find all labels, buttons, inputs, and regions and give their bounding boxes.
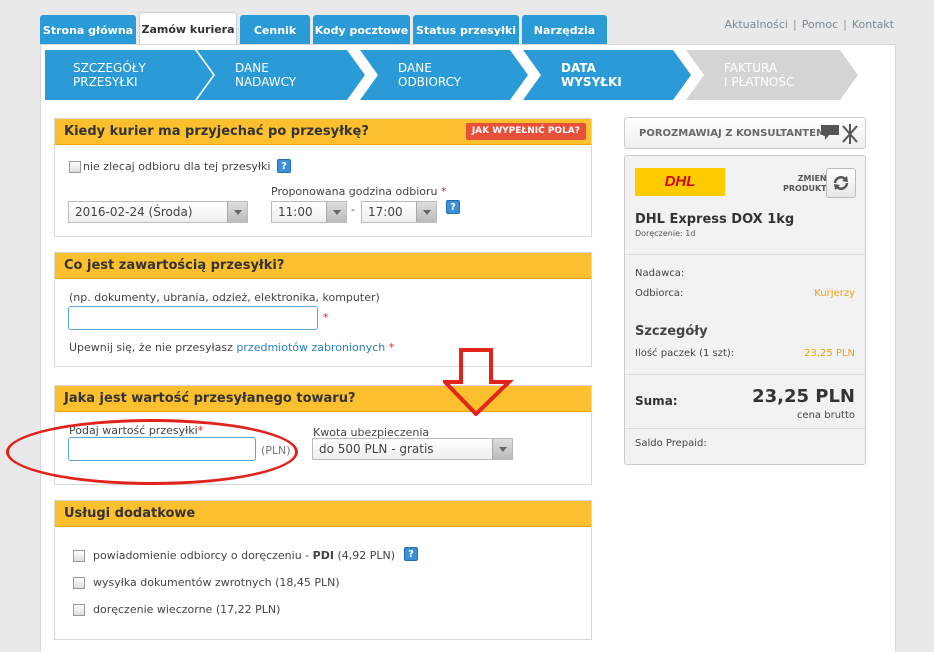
help-icon[interactable]: ? — [277, 159, 291, 173]
chevron-down-icon — [492, 439, 512, 459]
sender-label: Nadawca: — [635, 268, 685, 279]
divider — [625, 254, 865, 255]
divider — [625, 428, 865, 429]
help-icon[interactable]: ? — [404, 547, 418, 561]
contents-title: Co jest zawartością przesyłki? — [55, 253, 591, 279]
recipient-label: Odbiorca: — [635, 288, 684, 299]
pickup-date-select[interactable]: 2016-02-24 (Środa) — [68, 201, 248, 223]
annotation-arrow-icon — [443, 348, 514, 416]
link-contact[interactable]: Kontakt — [852, 18, 894, 31]
annotation-ellipse — [6, 419, 298, 485]
packages-value: 23,25 PLN — [804, 348, 855, 359]
pdi-checkbox[interactable] — [73, 550, 85, 562]
consultant-button[interactable]: POROZMAWIAJ Z KONSULTANTEM — [624, 117, 866, 149]
evening-delivery-label: doręczenie wieczorne (17,22 PLN) — [93, 603, 281, 616]
refresh-icon — [833, 176, 849, 190]
tab-postal-codes[interactable]: Kody pocztowe — [313, 15, 410, 45]
change-product-label: ZMIEŃ PRODUKT — [783, 174, 827, 193]
step-shipping-date[interactable]: DATA WYSYŁKI — [523, 50, 691, 100]
chevron-down-icon — [227, 202, 247, 222]
step-recipient-data[interactable]: DANE ODBIORCY — [360, 50, 528, 100]
tab-home[interactable]: Strona główna — [40, 15, 136, 45]
price-note: cena brutto — [796, 410, 855, 421]
pdi-label: powiadomienie odbiorcy o doręczeniu - PD… — [93, 549, 396, 562]
progress-steps: SZCZEGÓŁY PRZESYŁKI DANE NADAWCY DANE ODBIO… — [45, 50, 865, 100]
step-invoice-payment[interactable]: FAKTURA I PŁATNOŚĆ — [686, 50, 858, 100]
extras-panel: Usługi dodatkowe powiadomienie odbiorcy … — [54, 500, 592, 640]
chevron-down-icon — [416, 202, 436, 222]
order-summary: DHL ZMIEŃ PRODUKT DHL Express DOX 1kg Dor… — [624, 155, 866, 465]
details-title: Szczegóły — [635, 324, 708, 339]
delivery-time: Doręczenie: 1d — [635, 229, 696, 238]
help-icon[interactable]: ? — [446, 200, 460, 214]
pickup-title: Kiedy kurier ma przyjechać po przesyłkę?… — [55, 119, 591, 145]
time-label: Proponowana godzina odbioru * — [271, 185, 447, 198]
return-documents-checkbox[interactable] — [73, 577, 85, 589]
dhl-logo: DHL — [635, 168, 725, 196]
extras-title: Usługi dodatkowe — [55, 501, 591, 527]
link-news[interactable]: Aktualności — [724, 18, 788, 31]
pickup-panel: Kiedy kurier ma przyjechać po przesyłkę?… — [54, 118, 592, 237]
tab-shipment-status[interactable]: Status przesyłki — [413, 15, 519, 45]
evening-delivery-checkbox[interactable] — [73, 604, 85, 616]
forbidden-items-link[interactable]: przedmiotów zabronionych — [236, 341, 385, 354]
recipient-value: Kurjerzy — [814, 288, 855, 299]
tab-tools[interactable]: Narzędzia — [522, 15, 607, 45]
step-shipment-details[interactable]: SZCZEGÓŁY PRZESYŁKI — [45, 50, 213, 100]
return-documents-label: wysyłka dokumentów zwrotnych (18,45 PLN) — [93, 576, 340, 589]
packages-label: Ilość paczek (1 szt): — [635, 348, 735, 359]
time-to-select[interactable]: 17:00 — [361, 201, 437, 223]
contents-hint: (np. dokumenty, ubrania, odzież, elektro… — [69, 291, 380, 304]
sum-label: Suma: — [635, 394, 678, 408]
how-to-fill-button[interactable]: JAK WYPEŁNIĆ POLA? — [465, 123, 586, 140]
prepaid-label: Saldo Prepaid: — [635, 438, 707, 449]
link-help[interactable]: Pomoc — [802, 18, 838, 31]
chevron-down-icon — [326, 202, 346, 222]
contents-input[interactable] — [68, 306, 318, 330]
top-links: Aktualności | Pomoc | Kontakt — [724, 18, 894, 31]
change-product-button[interactable] — [826, 168, 856, 198]
time-from-select[interactable]: 11:00 — [271, 201, 347, 223]
tab-order-courier[interactable]: Zamów kuriera — [139, 12, 237, 46]
contents-warning: Upewnij się, że nie przesyłasz przedmiot… — [69, 341, 395, 354]
divider — [625, 374, 865, 375]
no-pickup-checkbox[interactable] — [69, 161, 81, 173]
product-name: DHL Express DOX 1kg — [635, 212, 795, 227]
main-page: SZCZEGÓŁY PRZESYŁKI DANE NADAWCY DANE ODBIO… — [40, 44, 896, 652]
tab-pricing[interactable]: Cennik — [240, 15, 310, 45]
insurance-select[interactable]: do 500 PLN - gratis — [312, 438, 513, 460]
chat-icon — [821, 124, 858, 144]
time-dash: - — [351, 203, 355, 216]
sum-value: 23,25 PLN — [752, 386, 855, 407]
no-pickup-label: nie zlecaj odbioru dla tej przesyłki — [83, 160, 271, 173]
required-mark: * — [323, 311, 329, 324]
step-sender-data[interactable]: DANE NADAWCY — [197, 50, 365, 100]
